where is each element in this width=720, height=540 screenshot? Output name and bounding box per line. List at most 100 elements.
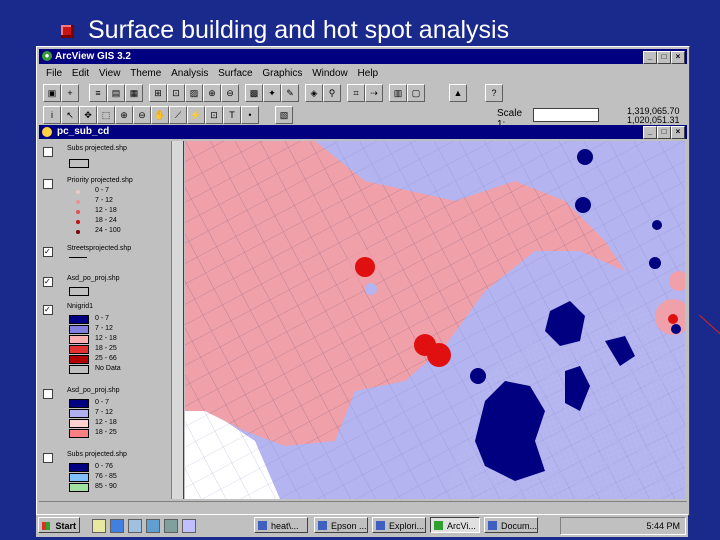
scale-input[interactable]	[533, 108, 599, 122]
task-button-active[interactable]: ArcVi...	[430, 517, 480, 533]
select-features-icon[interactable]: ▩	[245, 84, 263, 102]
quicklaunch-icon[interactable]	[128, 519, 142, 533]
legend-label: 7 - 12	[95, 325, 113, 332]
zoom-selected-icon[interactable]: ▨	[185, 84, 203, 102]
legend-swatch	[69, 429, 89, 438]
task-button[interactable]: heat\...	[254, 517, 308, 533]
zoom-active-icon[interactable]: ⊡	[167, 84, 185, 102]
table-icon[interactable]: ▦	[125, 84, 143, 102]
measure-icon[interactable]: ⟋	[169, 106, 187, 124]
task-button[interactable]: Docum...	[484, 517, 538, 533]
view-maximize-button[interactable]: □	[657, 126, 671, 139]
windows-logo-icon	[42, 522, 50, 530]
legend-dot	[76, 210, 80, 214]
zoom-in-icon[interactable]: ⊕	[203, 84, 221, 102]
chart-icon[interactable]: ▢	[407, 84, 425, 102]
legend-line	[69, 257, 87, 258]
query-builder-icon[interactable]: ✎	[281, 84, 299, 102]
arcview-globe-icon: ●	[42, 51, 52, 61]
menu-edit[interactable]: Edit	[72, 66, 89, 82]
label-icon[interactable]: T	[223, 106, 241, 124]
identify-icon[interactable]: i	[43, 106, 61, 124]
legend-label: No Data	[95, 365, 121, 372]
add-theme-icon[interactable]: +	[61, 84, 79, 102]
task-label: Docum...	[501, 521, 538, 531]
menu-file[interactable]: File	[46, 66, 62, 82]
hot-spot-circle	[427, 343, 451, 367]
menu-view[interactable]: View	[99, 66, 121, 82]
menu-analysis[interactable]: Analysis	[171, 66, 208, 82]
theme-name: Subs projected.shp	[67, 145, 127, 152]
surface-icon[interactable]: ▲	[449, 84, 467, 102]
legend-dot	[76, 200, 80, 204]
theme-properties-icon[interactable]: ≡	[89, 84, 107, 102]
menu-help[interactable]: Help	[358, 66, 379, 82]
theme-checkbox[interactable]	[43, 147, 53, 157]
area-of-interest-icon[interactable]: ⊡	[205, 106, 223, 124]
edit-legend-icon[interactable]: ▤	[107, 84, 125, 102]
close-button[interactable]: ×	[671, 51, 685, 64]
theme-name: Asd_po_proj.shp	[67, 387, 120, 394]
zoom-out-tool-icon[interactable]: ⊖	[133, 106, 151, 124]
zoom-extent-icon[interactable]: ⊞	[149, 84, 167, 102]
select-feature-icon[interactable]: ⬚	[97, 106, 115, 124]
view-close-button[interactable]: ×	[671, 126, 685, 139]
map-canvas[interactable]	[185, 141, 685, 499]
menu-graphics[interactable]: Graphics	[262, 66, 302, 82]
maximize-button[interactable]: □	[657, 51, 671, 64]
minimize-button[interactable]: _	[643, 51, 657, 64]
vertex-edit-icon[interactable]: ✥	[79, 106, 97, 124]
hotlink-icon[interactable]: ⇢	[365, 84, 383, 102]
layout-icon[interactable]: ⌗	[347, 84, 365, 102]
zoom-in-tool-icon[interactable]: ⊕	[115, 106, 133, 124]
theme-checkbox[interactable]	[43, 389, 53, 399]
cold-spot-circle	[671, 324, 681, 334]
quicklaunch-icon[interactable]	[92, 519, 106, 533]
find-icon[interactable]: ⚲	[323, 84, 341, 102]
menu-surface[interactable]: Surface	[218, 66, 252, 82]
task-label: Explori...	[389, 521, 425, 531]
theme-checkbox[interactable]: ✓	[43, 247, 53, 257]
theme-checkbox[interactable]	[43, 179, 53, 189]
locate-icon[interactable]: ◈	[305, 84, 323, 102]
view-minimize-button[interactable]: _	[643, 126, 657, 139]
theme-name: Asd_po_proj.shp	[67, 275, 120, 282]
arcview-window: ● ArcView GIS 3.2 _ □ × File Edit View T…	[36, 46, 690, 516]
save-icon[interactable]: ▣	[43, 84, 61, 102]
theme-checkbox[interactable]: ✓	[43, 305, 53, 315]
clear-selection-icon[interactable]: ✦	[263, 84, 281, 102]
quicklaunch-icon[interactable]	[182, 519, 196, 533]
legend-swatch	[69, 473, 89, 482]
legend-swatch	[69, 159, 89, 168]
menu-theme[interactable]: Theme	[130, 66, 161, 82]
toc-scrollbar[interactable]	[171, 141, 183, 499]
theme-checkbox[interactable]	[43, 453, 53, 463]
table-of-contents: Subs projected.shp Priority projected.sh…	[39, 141, 184, 499]
coordinate-readout: 1,319,065.70 1,020,051.31	[627, 107, 680, 125]
hotlink-tool-icon[interactable]: ⚡	[187, 106, 205, 124]
theme-checkbox[interactable]: ✓	[43, 277, 53, 287]
decorative-line	[699, 315, 720, 336]
hot-spot-circle	[668, 314, 678, 324]
cold-spot-circle	[577, 149, 593, 165]
zoom-out-icon[interactable]: ⊖	[221, 84, 239, 102]
spot-icon[interactable]: ▧	[275, 106, 293, 124]
draw-point-icon[interactable]: •	[241, 106, 259, 124]
cold-spot-circle	[365, 283, 377, 295]
pointer-icon[interactable]: ↖	[61, 106, 79, 124]
menu-window[interactable]: Window	[312, 66, 348, 82]
help-icon[interactable]: ?	[485, 84, 503, 102]
legend-swatch	[69, 287, 89, 296]
pan-icon[interactable]: ✋	[151, 106, 169, 124]
start-button[interactable]: Start	[38, 517, 80, 533]
quicklaunch-icon[interactable]	[164, 519, 178, 533]
map-icon[interactable]: ▥	[389, 84, 407, 102]
task-button[interactable]: Explori...	[372, 517, 426, 533]
browser-icon[interactable]	[110, 519, 124, 533]
coord-y: 1,020,051.31	[627, 115, 680, 125]
task-button[interactable]: Epson ...	[314, 517, 368, 533]
legend-label: 12 - 18	[95, 207, 117, 214]
legend-dot	[76, 230, 80, 234]
cold-spot-circle	[649, 257, 661, 269]
quicklaunch-icon[interactable]	[146, 519, 160, 533]
